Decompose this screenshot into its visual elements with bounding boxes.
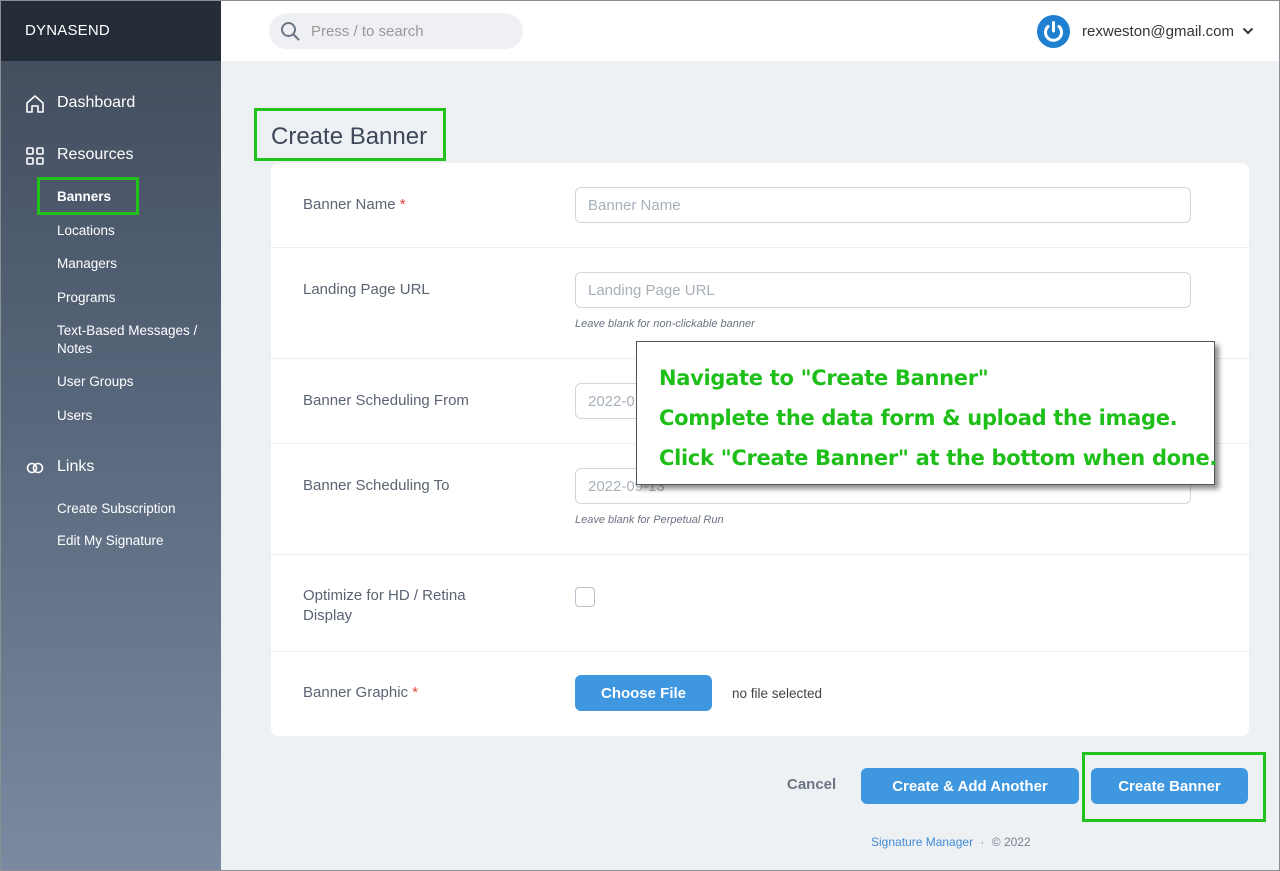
sidebar-item-locations[interactable]: Locations [57,222,115,240]
footer-separator: · [980,835,985,849]
grid-icon [26,147,44,165]
callout-line-2: Complete the data form & upload the imag… [659,406,1178,430]
sidebar-item-user-groups[interactable]: User Groups [57,373,134,391]
footer-link[interactable]: Signature Manager [871,835,973,849]
form-row-optimize: Optimize for HD / Retina Display [271,555,1249,652]
sidebar-item-create-subscription[interactable]: Create Subscription [57,500,176,518]
user-email: rexweston@gmail.com [1082,22,1234,40]
search-input[interactable] [311,21,511,41]
sidebar-item-users[interactable]: Users [57,407,92,425]
callout-line-3: Click "Create Banner" at the bottom when… [659,446,1218,470]
choose-file-button[interactable]: Choose File [575,675,712,711]
user-menu[interactable]: rexweston@gmail.com [1037,14,1254,48]
instruction-callout: Navigate to "Create Banner" Complete the… [636,341,1218,485]
banner-graphic-label: Banner Graphic * [303,684,419,701]
sidebar-item-managers[interactable]: Managers [57,255,117,273]
sidebar-item-text-based-messages[interactable]: Text-Based Messages / Notes [57,322,207,358]
landing-url-input[interactable] [575,272,1191,308]
schedule-to-help: Leave blank for Perpetual Run [575,514,724,526]
sidebar: DYNASEND Dashboard Resources Banners Loc… [0,0,221,871]
home-icon [26,95,44,113]
optimize-checkbox[interactable] [575,587,595,607]
schedule-from-label: Banner Scheduling From [303,392,469,409]
banner-name-label: Banner Name * [303,196,406,213]
callout-line-1: Navigate to "Create Banner" [659,366,989,390]
sidebar-item-label: Dashboard [57,94,136,111]
sidebar-item-edit-my-signature[interactable]: Edit My Signature [57,532,164,550]
link-icon [26,462,44,474]
form-row-banner-name: Banner Name * [271,163,1249,248]
file-status: no file selected [732,686,823,701]
banner-name-input[interactable] [575,187,1191,223]
cancel-button[interactable]: Cancel [787,776,836,793]
create-add-another-button[interactable]: Create & Add Another [861,768,1079,804]
sidebar-item-links[interactable]: Links [0,451,221,483]
title-highlight-box [254,108,446,161]
schedule-to-label: Banner Scheduling To [303,477,450,494]
sidebar-item-resources[interactable]: Resources [0,139,221,171]
top-bar: rexweston@gmail.com [221,0,1280,61]
brand-logo[interactable]: DYNASEND [0,0,221,61]
optimize-label: Optimize for HD / Retina Display [303,587,466,624]
sidebar-item-label: Links [57,458,95,475]
landing-url-help: Leave blank for non-clickable banner [575,318,755,330]
footer-copyright: © 2022 [991,835,1031,849]
form-row-banner-graphic: Banner Graphic * Choose File no file sel… [271,652,1249,736]
search-icon [281,22,300,41]
landing-url-label: Landing Page URL [303,281,430,298]
search-box[interactable] [269,13,523,49]
power-icon [1037,14,1071,48]
create-button-highlight-box [1082,752,1266,822]
chevron-down-icon [1242,27,1254,35]
banners-highlight-box [37,177,139,215]
footer: Signature Manager · © 2022 [871,835,1031,849]
sidebar-item-dashboard[interactable]: Dashboard [0,87,221,119]
sidebar-item-programs[interactable]: Programs [57,289,116,307]
sidebar-item-label: Resources [57,146,134,163]
